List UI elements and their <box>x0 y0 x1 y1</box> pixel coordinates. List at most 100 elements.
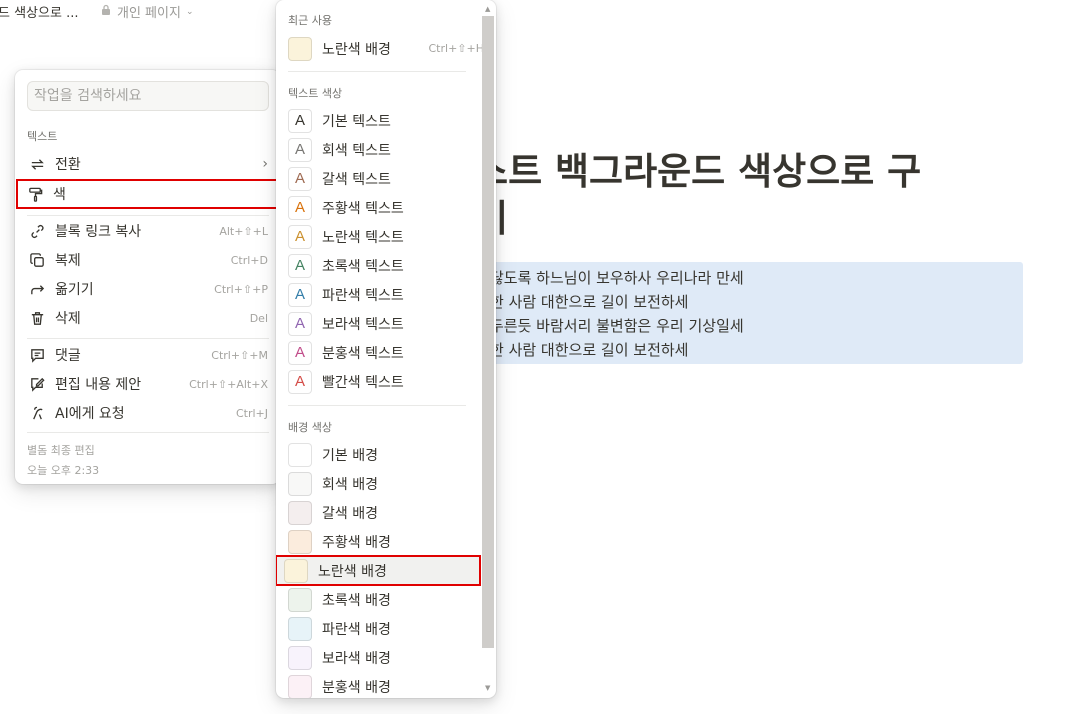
bg-color-swatch <box>288 500 312 525</box>
comment-icon <box>27 345 47 365</box>
last-edited-time: 오늘 오후 2:33 <box>27 464 100 477</box>
divider <box>288 405 466 406</box>
text-color-item[interactable]: A 파란색 텍스트 <box>280 280 480 309</box>
bg-color-item[interactable]: 분홍색 배경 <box>280 672 480 698</box>
bg-color-swatch <box>288 674 312 698</box>
text-color-item[interactable]: A 노란색 텍스트 <box>280 222 480 251</box>
bg-color-item[interactable]: 갈색 배경 <box>280 498 480 527</box>
text-color-swatch-icon: A <box>288 253 312 278</box>
menu-item-suggest-edit[interactable]: 편집 내용 제안 Ctrl+⇧+Alt+X <box>19 370 276 398</box>
section-label-bg-color: 배경 색상 <box>288 421 332 434</box>
menu-item-delete[interactable]: 삭제 Del <box>19 304 276 332</box>
color-item-recent-yellow-bg[interactable]: 노란색 배경 Ctrl+⇧+H <box>280 34 484 63</box>
menu-item-label: 색 <box>53 187 66 203</box>
trash-icon <box>27 308 47 328</box>
text-color-swatch-icon: A <box>288 195 312 220</box>
color-item-label: 분홍색 텍스트 <box>322 345 404 362</box>
text-color-item[interactable]: A 주황색 텍스트 <box>280 193 480 222</box>
text-color-swatch-icon: A <box>288 166 312 191</box>
breadcrumb-page[interactable]: 드 색상으로 ... <box>0 2 78 21</box>
menu-item-move[interactable]: 옮기기 Ctrl+⇧+P <box>19 275 276 303</box>
divider <box>27 338 269 339</box>
action-search-input[interactable] <box>27 81 269 111</box>
color-item-label: 기본 배경 <box>322 447 378 464</box>
color-item-label: 노란색 배경 <box>318 563 387 580</box>
menu-item-turn-into[interactable]: 전환 › <box>19 150 276 178</box>
page-title-line1: 텍스트 백그라운드 색상으로 구 <box>440 150 922 193</box>
menu-item-color[interactable]: 색 › <box>16 179 290 209</box>
menu-item-label: 삭제 <box>55 311 81 327</box>
page-title[interactable]: 텍스트 백그라운드 색상으로 구 들기 <box>440 148 1020 242</box>
text-color-swatch-icon: A <box>288 137 312 162</box>
color-item-label: 노란색 텍스트 <box>322 229 404 246</box>
menu-item-label: 전환 <box>55 157 81 173</box>
color-item-label: 회색 배경 <box>322 476 378 493</box>
highlighted-text-block[interactable]: 닳도록 하느님이 보우하사 우리나라 만세 한 사람 대한으로 길이 보전하세 … <box>440 262 1023 364</box>
scroll-down-arrow-icon[interactable]: ▼ <box>485 684 490 692</box>
color-item-label: 분홍색 배경 <box>322 679 391 696</box>
scrollbar-thumb[interactable] <box>482 16 494 648</box>
menu-item-label: 편집 내용 제안 <box>55 377 142 393</box>
text-line: 한 사람 대한으로 길이 보전하세 <box>490 341 689 359</box>
chevron-right-icon: › <box>262 156 268 172</box>
lock-icon <box>100 4 112 20</box>
ai-icon <box>27 403 47 423</box>
shortcut-label: Ctrl+⇧+Alt+X <box>189 377 268 391</box>
color-submenu: 최근 사용 노란색 배경 Ctrl+⇧+H 텍스트 색상 A 기본 텍스트 A 회색 … <box>276 0 496 698</box>
color-item-label: 파란색 배경 <box>322 621 391 638</box>
shortcut-label: Ctrl+⇧+P <box>214 282 268 296</box>
section-label-text: 텍스트 <box>27 130 58 143</box>
text-line: 한 사람 대한으로 길이 보전하세 <box>490 293 689 311</box>
bg-color-item[interactable]: 회색 배경 <box>280 469 480 498</box>
color-item-label: 갈색 텍스트 <box>322 171 391 188</box>
menu-item-duplicate[interactable]: 복제 Ctrl+D <box>19 246 276 274</box>
shortcut-label: Ctrl+⇧+M <box>211 348 268 362</box>
text-color-item[interactable]: A 초록색 텍스트 <box>280 251 480 280</box>
color-item-label: 회색 텍스트 <box>322 142 391 159</box>
color-item-label: 초록색 텍스트 <box>322 258 404 275</box>
bg-color-item[interactable]: 주황색 배경 <box>280 527 480 556</box>
shortcut-label: Ctrl+⇧+H <box>428 42 485 55</box>
menu-item-label: 댓글 <box>55 348 81 364</box>
text-color-item[interactable]: A 갈색 텍스트 <box>280 164 480 193</box>
shortcut-label: Del <box>249 311 268 325</box>
color-item-label: 빨간색 텍스트 <box>322 374 404 391</box>
bg-color-swatch <box>288 471 312 496</box>
menu-item-copy-link[interactable]: 블록 링크 복사 Alt+⇧+L <box>19 217 276 245</box>
menu-item-label: 복제 <box>55 253 81 269</box>
paint-roller-icon <box>25 184 45 204</box>
text-color-swatch-icon: A <box>288 369 312 394</box>
text-line: 닳도록 하느님이 보우하사 우리나라 만세 <box>490 269 744 287</box>
menu-item-comment[interactable]: 댓글 Ctrl+⇧+M <box>19 341 276 369</box>
bg-color-swatch <box>288 529 312 554</box>
text-color-swatch-icon: A <box>288 340 312 365</box>
bg-color-item[interactable]: 보라색 배경 <box>280 643 480 672</box>
color-item-label: 기본 텍스트 <box>322 113 391 130</box>
move-arrow-icon <box>27 279 47 299</box>
text-color-item[interactable]: A 분홍색 텍스트 <box>280 338 480 367</box>
page-title-line2: 들기 <box>440 195 1020 242</box>
breadcrumb-private[interactable]: 개인 페이지 ⌄ <box>100 2 193 21</box>
bg-color-item[interactable]: 기본 배경 <box>280 440 480 469</box>
bg-color-swatch <box>288 442 312 467</box>
scroll-up-arrow-icon[interactable]: ▲ <box>485 5 490 13</box>
color-swatch <box>288 36 312 61</box>
menu-item-label: 옮기기 <box>55 282 94 298</box>
text-color-swatch-icon: A <box>288 282 312 307</box>
text-color-item[interactable]: A 보라색 텍스트 <box>280 309 480 338</box>
link-icon <box>27 221 47 241</box>
color-item-label: 노란색 배경 <box>322 41 391 58</box>
last-edited-by: 별돔 최종 편집 <box>27 444 95 457</box>
bg-color-item[interactable]: 파란색 배경 <box>280 614 480 643</box>
bg-color-item[interactable]: 노란색 배경 <box>276 555 481 586</box>
text-line: 두른듯 바람서리 불변함은 우리 기상일세 <box>490 317 744 335</box>
bg-color-item[interactable]: 초록색 배경 <box>280 585 480 614</box>
menu-item-ask-ai[interactable]: AI에게 요청 Ctrl+J <box>19 399 276 427</box>
bg-color-swatch <box>288 587 312 612</box>
text-color-item[interactable]: A 빨간색 텍스트 <box>280 367 480 396</box>
text-color-item[interactable]: A 회색 텍스트 <box>280 135 480 164</box>
color-item-label: 보라색 배경 <box>322 650 391 667</box>
text-color-item[interactable]: A 기본 텍스트 <box>280 106 480 135</box>
bg-color-swatch <box>288 645 312 670</box>
section-label-text-color: 텍스트 색상 <box>288 87 343 100</box>
